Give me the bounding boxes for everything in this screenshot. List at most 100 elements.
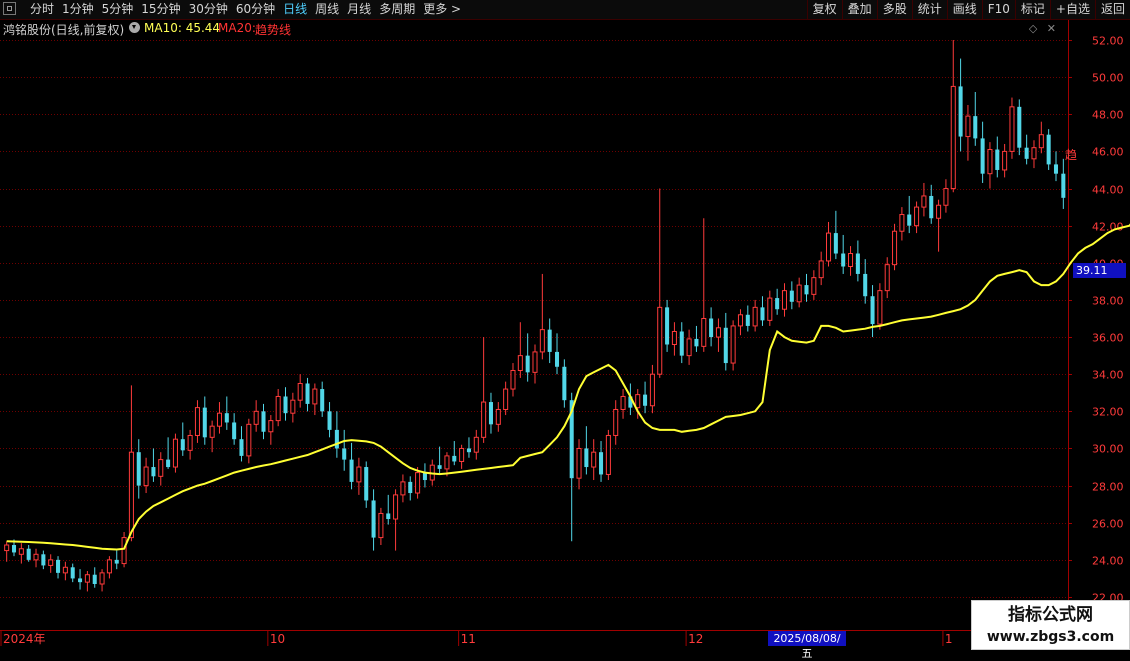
candle-body <box>1017 106 1022 148</box>
candle-body <box>649 373 655 407</box>
candle-body <box>605 434 611 475</box>
candle-body <box>547 329 552 352</box>
candle-body <box>576 447 582 479</box>
candle-body <box>929 195 934 219</box>
candle-body <box>591 451 597 468</box>
candle-body <box>980 138 985 174</box>
candle-body <box>532 351 538 373</box>
candle-body <box>584 448 589 468</box>
candle-body <box>841 253 846 267</box>
candle-body <box>268 420 274 433</box>
brand-watermark: 指标公式网 www.zbgs3.com <box>971 600 1130 650</box>
candle-body <box>781 290 788 310</box>
candle-body <box>1002 150 1008 171</box>
candle-body <box>694 338 699 347</box>
candle-body <box>657 306 663 375</box>
candle-body <box>481 401 487 438</box>
candle-body <box>452 455 457 462</box>
candle-body <box>320 389 325 412</box>
candle-body <box>562 366 567 401</box>
candle-body <box>378 512 384 539</box>
candle-body <box>393 494 399 520</box>
candle-body <box>767 297 773 321</box>
candle-body <box>973 116 978 139</box>
candle-body <box>833 233 838 254</box>
y-tick-label: 32.00 <box>1092 406 1124 419</box>
candle-body <box>342 448 347 460</box>
candle-body <box>128 451 134 539</box>
candle-body <box>495 408 501 425</box>
candle-body <box>444 455 450 470</box>
candle-body <box>224 413 229 423</box>
candle-body <box>958 86 963 137</box>
candle-body <box>818 260 824 279</box>
candle-body <box>709 318 714 338</box>
candle-body <box>995 149 1000 170</box>
candle-body <box>488 402 493 425</box>
candle-body <box>202 407 207 438</box>
candle-body <box>334 429 339 449</box>
brand-name: 指标公式网 <box>1008 605 1093 625</box>
candle-body <box>172 438 178 468</box>
candle-body <box>775 298 780 310</box>
candle-body <box>503 388 509 410</box>
candle-body <box>701 318 707 347</box>
y-tick-label: 30.00 <box>1092 443 1124 456</box>
candle-body <box>33 553 39 561</box>
x-tick-label: 10 <box>270 632 285 646</box>
brand-url: www.zbgs3.com <box>986 629 1115 645</box>
y-tick-label: 26.00 <box>1092 518 1124 531</box>
candle-body <box>539 329 545 353</box>
candle-body <box>965 115 971 138</box>
candle-body <box>459 447 465 462</box>
candle-body <box>1031 147 1037 160</box>
candle-body <box>554 351 560 367</box>
candle-body <box>730 325 736 364</box>
trend-edge-label: 趋 <box>1065 148 1077 162</box>
candle-body <box>371 500 376 538</box>
candle-body <box>18 548 24 555</box>
current-price-tag: 39.11 <box>1073 263 1126 278</box>
candle-body <box>246 423 252 457</box>
y-tick-label: 28.00 <box>1092 481 1124 494</box>
candle-body <box>261 411 266 432</box>
candle-body <box>679 331 684 356</box>
candle-body <box>437 465 442 469</box>
candle-body <box>737 314 743 327</box>
candle-body <box>665 307 670 345</box>
candle-body <box>26 548 31 560</box>
candle-body <box>166 459 171 468</box>
candle-body <box>466 448 471 453</box>
candle-body <box>1038 134 1044 149</box>
ma10-line <box>6 223 1130 551</box>
candle-body <box>899 214 905 232</box>
candle-body <box>290 399 296 414</box>
y-tick-label: 52.00 <box>1092 35 1124 48</box>
candle-body <box>216 412 222 427</box>
candle-body <box>187 434 193 451</box>
candle-body <box>752 306 758 327</box>
candle-body <box>106 559 112 574</box>
candle-body <box>510 369 516 390</box>
candle-body <box>136 452 141 486</box>
candle-body <box>870 296 875 325</box>
candle-body <box>1053 164 1059 174</box>
candle-body <box>643 394 648 406</box>
candle-body <box>1009 106 1015 152</box>
candle-body <box>415 472 421 494</box>
candle-body <box>892 230 898 266</box>
x-tick-label: 12 <box>688 632 703 646</box>
candle-body <box>671 330 677 345</box>
candle-body <box>936 204 942 219</box>
candle-body <box>114 559 119 564</box>
x-tick-label: 1 <box>945 632 953 646</box>
candle-body <box>517 355 523 371</box>
candle-body <box>613 408 619 436</box>
candle-body <box>364 467 369 501</box>
candle-body <box>745 314 750 326</box>
candle-body <box>275 395 281 422</box>
candle-body <box>305 383 310 404</box>
candle-body <box>386 513 391 520</box>
candle-body <box>760 307 765 321</box>
candlestick-chart[interactable]: 52.0050.0048.0046.0044.0042.0040.0038.00… <box>0 0 1130 650</box>
